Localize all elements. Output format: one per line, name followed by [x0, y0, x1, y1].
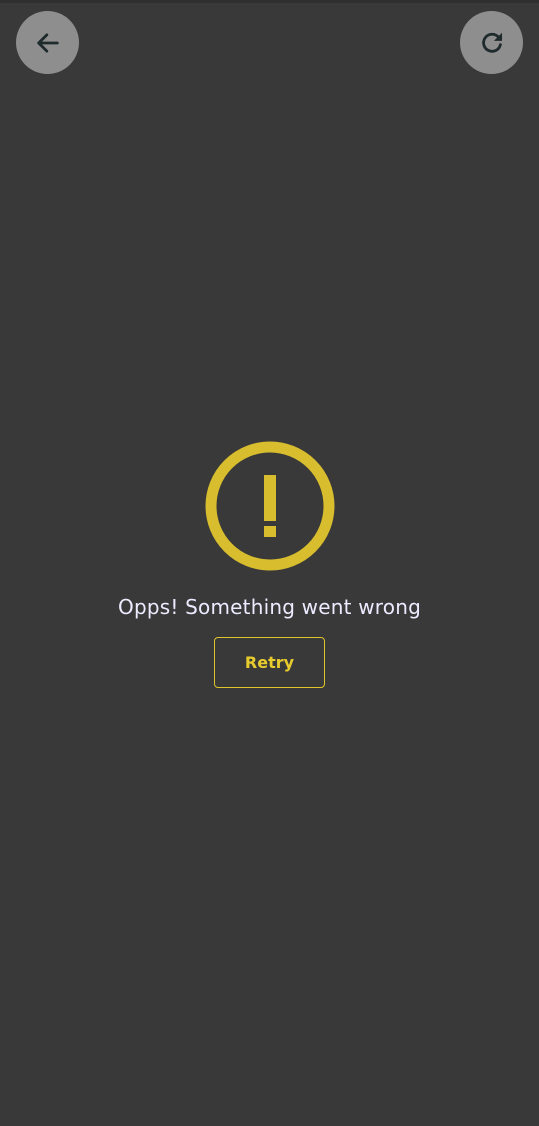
retry-button[interactable]: Retry: [214, 637, 325, 688]
arrow-left-icon: [34, 29, 62, 57]
refresh-icon: [478, 29, 506, 57]
alert-circle-icon: [204, 440, 336, 572]
error-state: Opps! Something went wrong Retry: [0, 440, 539, 688]
status-bar-edge: [0, 0, 539, 3]
error-message: Opps! Something went wrong: [118, 595, 421, 619]
back-button[interactable]: [16, 11, 79, 74]
refresh-button[interactable]: [460, 11, 523, 74]
